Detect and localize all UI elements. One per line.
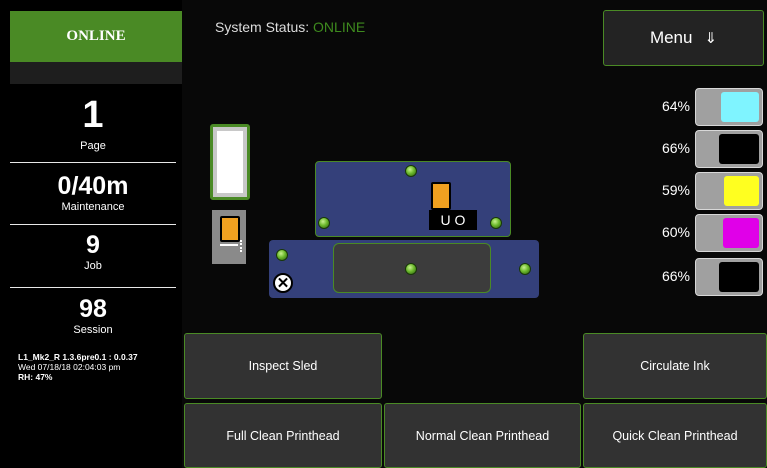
- job-count-value: 9: [86, 231, 100, 259]
- session-counter: 98 Session: [10, 295, 176, 337]
- ink-gauge-cyan[interactable]: 64%: [640, 88, 765, 126]
- ink-tank: [695, 88, 763, 126]
- session-count-label: Session: [73, 324, 113, 336]
- maintenance-value: 0/40m: [57, 172, 129, 200]
- system-status-label: System Status:: [215, 19, 314, 35]
- sled-led: [318, 217, 330, 229]
- ink-level-fill: [721, 92, 759, 122]
- ink-percent: 66%: [661, 268, 690, 284]
- spare-cartridge-icon[interactable]: [212, 210, 246, 264]
- station-led: [519, 263, 531, 275]
- nozzle-indicator: U O: [429, 210, 477, 230]
- session-count-value: 98: [79, 295, 107, 323]
- paper-tray[interactable]: [210, 124, 250, 200]
- full-clean-printhead-button[interactable]: Full Clean Printhead: [184, 403, 382, 468]
- online-status-badge: ONLINE: [10, 11, 182, 62]
- system-status-value: ONLINE: [313, 19, 366, 35]
- datetime-text: Wed 07/18/18 02:04:03 pm: [18, 362, 121, 372]
- ink-level-fill: [719, 262, 759, 292]
- ink-level-fill: [719, 134, 759, 164]
- maintenance-counter: 0/40m Maintenance: [10, 172, 176, 214]
- page-count-value: 1: [82, 94, 104, 136]
- normal-clean-printhead-button[interactable]: Normal Clean Printhead: [384, 403, 581, 468]
- quick-clean-printhead-button[interactable]: Quick Clean Printhead: [583, 403, 767, 468]
- station-led: [276, 249, 288, 261]
- printer-control-screen: ONLINE 1 Page 0/40m Maintenance 9 Job 98…: [0, 0, 767, 468]
- ink-gauge-black[interactable]: 66%: [640, 130, 765, 168]
- paper-sheet: [217, 131, 243, 193]
- firmware-version: L1_Mk2_R 1.3.6pre0.1 : 0.0.37: [18, 352, 138, 362]
- badge-divider: [10, 62, 182, 84]
- cartridge-dots: [240, 240, 244, 252]
- job-count-label: Job: [84, 260, 102, 272]
- arrow-down-icon: ⇓: [704, 30, 718, 47]
- ink-tank: [695, 258, 763, 296]
- page-counter: 1 Page: [10, 96, 176, 152]
- ink-tank: [695, 130, 763, 168]
- ink-gauge-yellow[interactable]: 59%: [640, 172, 765, 210]
- ink-tank: [695, 172, 763, 210]
- divider: [10, 287, 176, 288]
- sidebar: ONLINE 1 Page 0/40m Maintenance 9 Job 98…: [0, 0, 182, 468]
- maintenance-label: Maintenance: [61, 201, 125, 213]
- station-led: [405, 263, 417, 275]
- version-info: L1_Mk2_R 1.3.6pre0.1 : 0.0.37 Wed 07/18/…: [18, 352, 182, 382]
- inspect-sled-button[interactable]: Inspect Sled: [184, 333, 382, 399]
- ink-percent: 59%: [661, 182, 690, 198]
- ink-percent: 64%: [661, 98, 690, 114]
- cap-status-x-icon: ✕: [273, 273, 293, 293]
- circulate-ink-button[interactable]: Circulate Ink: [583, 333, 767, 399]
- cartridge-base: [220, 244, 238, 246]
- ink-percent: 66%: [661, 140, 690, 156]
- ink-level-fill: [724, 176, 759, 206]
- sled-led: [490, 217, 502, 229]
- ink-gauge-black-2[interactable]: 66%: [640, 258, 765, 296]
- divider: [10, 162, 176, 163]
- cartridge-body: [220, 216, 240, 242]
- divider: [10, 224, 176, 225]
- page-count-label: Page: [80, 140, 106, 152]
- ink-tank: [695, 214, 763, 252]
- humidity-text: RH: 47%: [18, 372, 53, 382]
- printhead-cartridge-icon: [431, 182, 451, 210]
- menu-button[interactable]: Menu ⇓: [603, 10, 764, 66]
- job-counter: 9 Job: [10, 231, 176, 273]
- ink-percent: 60%: [661, 224, 690, 240]
- ink-level-fill: [723, 218, 759, 248]
- ink-gauge-magenta[interactable]: 60%: [640, 214, 765, 252]
- menu-label: Menu: [649, 28, 693, 47]
- system-status: System Status: ONLINE: [215, 19, 365, 35]
- sled-led: [405, 165, 417, 177]
